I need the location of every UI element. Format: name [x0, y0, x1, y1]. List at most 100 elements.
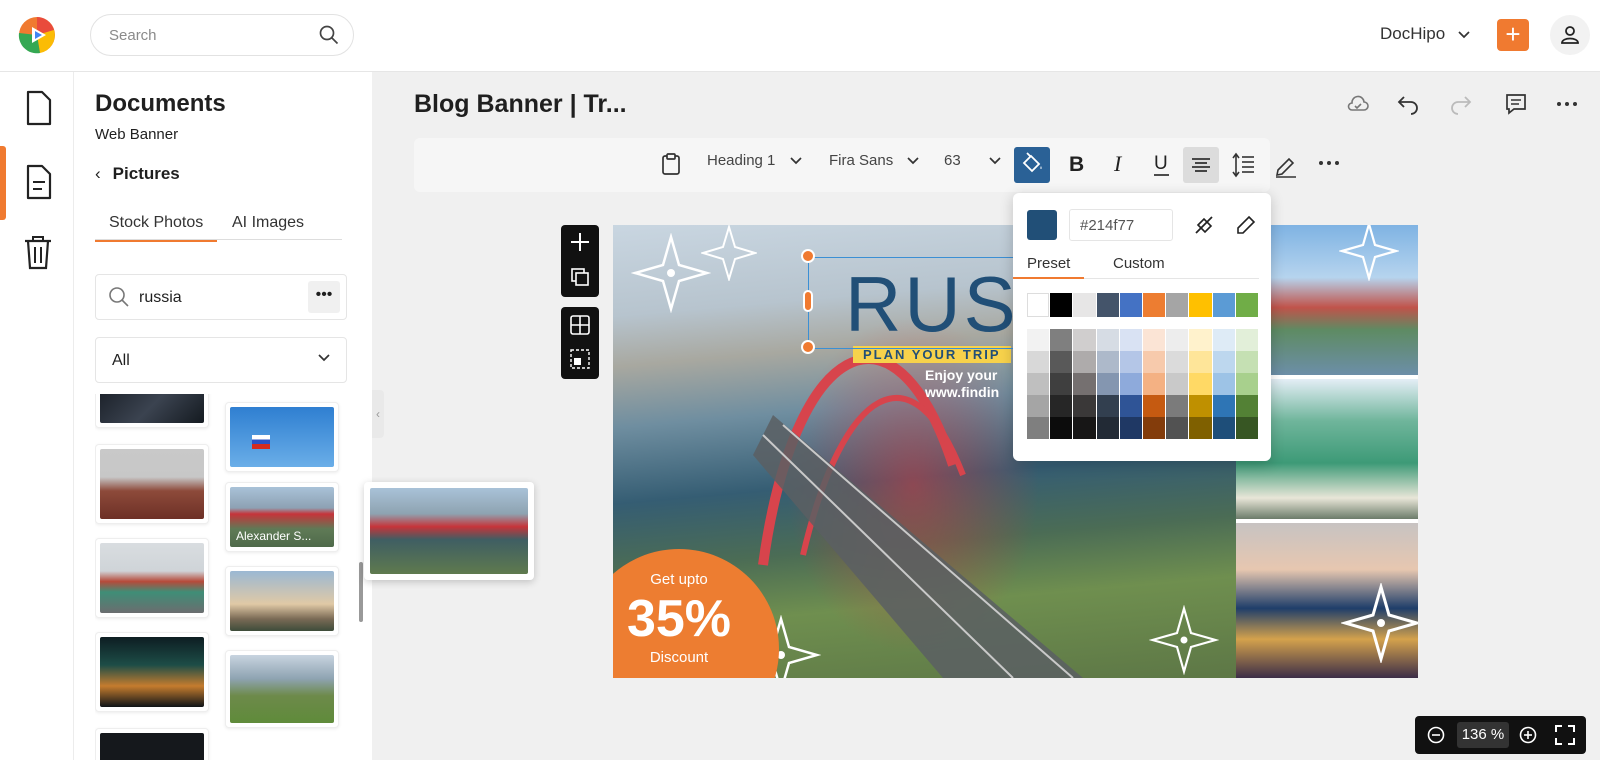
color-swatch[interactable] — [1235, 293, 1259, 317]
hex-color-input[interactable]: #214f77 — [1069, 209, 1173, 241]
tab-stock-photos[interactable]: Stock Photos — [95, 214, 218, 242]
account-menu[interactable]: DocHipo — [1380, 24, 1470, 44]
color-swatch[interactable] — [1212, 293, 1236, 317]
tab-ai-images[interactable]: AI Images — [232, 214, 304, 232]
color-swatch[interactable] — [1027, 293, 1051, 317]
color-swatch[interactable] — [1212, 329, 1236, 351]
color-swatch[interactable] — [1142, 293, 1167, 317]
color-swatch[interactable] — [1235, 417, 1259, 439]
color-swatch[interactable] — [1235, 351, 1259, 373]
fill-color-button[interactable] — [1014, 147, 1050, 183]
more-options-icon[interactable] — [1555, 92, 1579, 116]
color-swatch[interactable] — [1212, 395, 1236, 417]
document-lines-icon[interactable] — [22, 164, 54, 200]
color-swatch[interactable] — [1142, 395, 1167, 417]
photo-thumbnail[interactable] — [95, 394, 209, 428]
color-swatch[interactable] — [1050, 373, 1074, 395]
tab-preset[interactable]: Preset — [1013, 255, 1085, 279]
line-spacing-icon[interactable] — [1232, 152, 1256, 178]
category-filter-select[interactable]: All — [95, 337, 347, 383]
global-search-input[interactable]: Search — [90, 14, 354, 56]
app-logo[interactable] — [18, 16, 56, 54]
color-swatch[interactable] — [1050, 351, 1074, 373]
color-swatch[interactable] — [1073, 395, 1097, 417]
color-swatch[interactable] — [1119, 329, 1143, 351]
clipboard-icon[interactable] — [660, 152, 682, 176]
color-swatch[interactable] — [1096, 417, 1120, 439]
color-swatch[interactable] — [1189, 351, 1213, 373]
photo-thumbnail[interactable] — [95, 728, 209, 760]
color-swatch[interactable] — [1119, 417, 1143, 439]
color-swatch[interactable] — [1119, 351, 1143, 373]
color-swatch[interactable] — [1212, 417, 1236, 439]
color-swatch[interactable] — [1166, 395, 1190, 417]
bold-icon[interactable]: B — [1068, 152, 1086, 176]
color-swatch[interactable] — [1189, 373, 1213, 395]
color-swatch[interactable] — [1235, 373, 1259, 395]
color-swatch[interactable] — [1235, 329, 1259, 351]
color-swatch[interactable] — [1189, 417, 1213, 439]
grid-icon[interactable] — [570, 315, 590, 335]
zoom-out-icon[interactable] — [1427, 726, 1445, 744]
color-swatch[interactable] — [1096, 293, 1120, 317]
zoom-level[interactable]: 136 % — [1457, 722, 1509, 748]
fullscreen-icon[interactable] — [1555, 725, 1575, 745]
avatar[interactable] — [1550, 15, 1590, 55]
create-button[interactable]: + — [1497, 19, 1529, 51]
zoom-in-icon[interactable] — [1519, 726, 1537, 744]
color-swatch[interactable] — [1189, 329, 1213, 351]
color-swatch[interactable] — [1189, 395, 1213, 417]
no-fill-icon[interactable] — [1193, 214, 1215, 236]
resize-handle[interactable] — [801, 249, 815, 263]
color-swatch[interactable] — [1212, 351, 1236, 373]
color-swatch[interactable] — [1073, 329, 1097, 351]
color-swatch[interactable] — [1119, 293, 1143, 317]
collapse-panel-button[interactable]: ‹ — [372, 390, 384, 438]
color-swatch[interactable] — [1119, 395, 1143, 417]
color-swatch[interactable] — [1235, 395, 1259, 417]
photo-thumbnail[interactable] — [95, 444, 209, 524]
color-swatch[interactable] — [1027, 373, 1051, 395]
photo-search-input[interactable]: russia ••• — [95, 274, 347, 320]
color-swatch[interactable] — [1050, 395, 1074, 417]
color-swatch[interactable] — [1096, 351, 1120, 373]
back-button[interactable]: ‹ Pictures — [95, 164, 180, 184]
photo-thumbnail[interactable] — [225, 566, 339, 636]
color-swatch[interactable] — [1027, 351, 1051, 373]
comment-icon[interactable] — [1504, 92, 1528, 116]
file-icon[interactable] — [22, 90, 54, 126]
photo-thumbnail[interactable] — [225, 650, 339, 728]
color-swatch[interactable] — [1050, 293, 1074, 317]
panel-scrollbar[interactable] — [359, 562, 363, 622]
color-swatch[interactable] — [1166, 373, 1190, 395]
color-swatch[interactable] — [1166, 351, 1190, 373]
text-style-select[interactable]: Heading 1 — [707, 152, 802, 169]
redo-icon[interactable] — [1449, 92, 1473, 116]
banner-subtext-line1[interactable]: Enjoy your — [925, 367, 997, 383]
select-area-icon[interactable] — [570, 349, 590, 369]
font-family-select[interactable]: Fira Sans — [829, 152, 919, 169]
color-swatch[interactable] — [1073, 293, 1097, 317]
more-options-icon[interactable] — [1318, 152, 1340, 174]
color-swatch[interactable] — [1050, 417, 1074, 439]
align-center-button[interactable] — [1183, 147, 1219, 183]
add-icon[interactable] — [569, 231, 591, 253]
font-size-select[interactable]: 63 — [944, 152, 1001, 169]
banner-subtext-line2[interactable]: www.findin — [925, 384, 999, 400]
color-swatch[interactable] — [1050, 329, 1074, 351]
duplicate-icon[interactable] — [570, 267, 590, 287]
color-swatch[interactable] — [1166, 329, 1190, 351]
eyedropper-icon[interactable] — [1235, 214, 1257, 236]
color-swatch[interactable] — [1073, 351, 1097, 373]
resize-handle[interactable] — [801, 340, 815, 354]
document-title[interactable]: Blog Banner | Tr... — [414, 90, 627, 119]
color-swatch[interactable] — [1142, 329, 1167, 351]
color-swatch[interactable] — [1166, 293, 1190, 317]
photo-thumbnail[interactable] — [95, 538, 209, 618]
color-swatch[interactable] — [1142, 373, 1167, 395]
color-swatch[interactable] — [1189, 293, 1213, 317]
color-swatch[interactable] — [1212, 373, 1236, 395]
photo-thumbnail[interactable]: Alexander S... — [225, 482, 339, 552]
photo-thumbnail[interactable] — [225, 402, 339, 472]
color-swatch[interactable] — [1142, 417, 1167, 439]
